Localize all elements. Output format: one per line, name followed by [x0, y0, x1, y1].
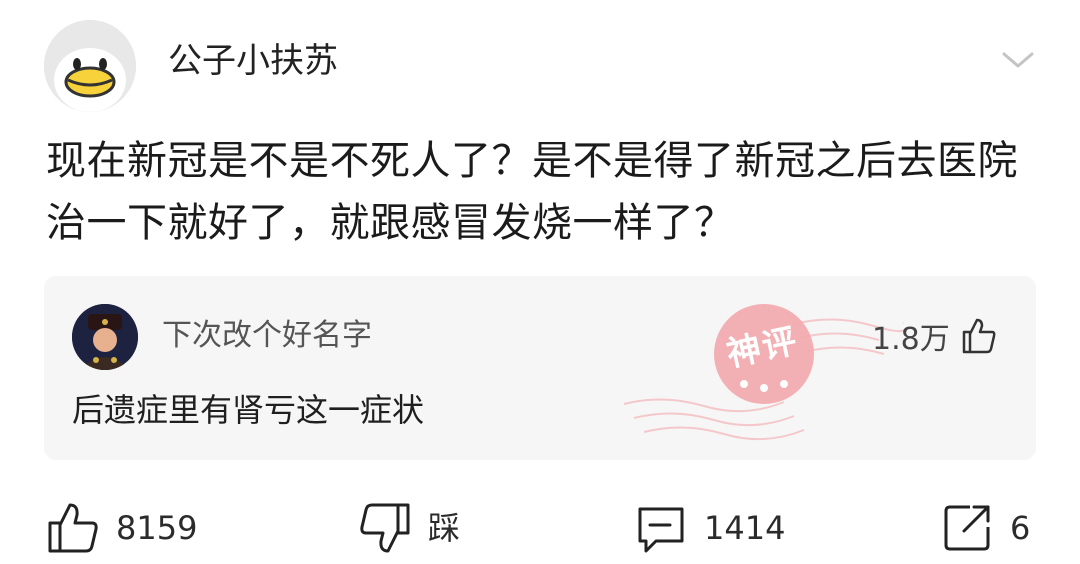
comment-button[interactable]: 1414	[634, 498, 785, 558]
share-icon	[944, 505, 990, 551]
avatar[interactable]	[44, 20, 136, 112]
post-text: 现在新冠是不是不死人了？是不是得了新冠之后去医院治一下就好了，就跟感冒发烧一样了…	[46, 138, 1018, 246]
comment-avatar[interactable]	[72, 304, 138, 370]
dislike-button[interactable]: 踩	[358, 498, 460, 558]
comment-username[interactable]: 下次改个好名字	[162, 316, 372, 356]
comment-like-count: 1.8万	[872, 322, 950, 357]
like-count: 8159	[116, 509, 198, 547]
comment-icon	[638, 507, 684, 553]
thumbs-down-icon	[360, 503, 410, 553]
comment-text: 后遗症里有肾亏这一症状	[72, 391, 425, 429]
thumbs-up-icon	[48, 503, 98, 553]
dislike-label: 踩	[428, 509, 461, 547]
share-button[interactable]: 6	[940, 498, 1030, 558]
thumbs-up-icon[interactable]	[958, 316, 998, 356]
post-username[interactable]: 公子小扶苏	[168, 38, 338, 84]
chevron-down-icon[interactable]	[1000, 48, 1036, 72]
top-comment-card[interactable]: 下次改个好名字 后遗症里有肾亏这一症状 神评 1.8万	[44, 276, 1036, 460]
comment-count: 1414	[704, 509, 786, 547]
like-button[interactable]: 8159	[46, 498, 197, 558]
share-count: 6	[1010, 509, 1031, 547]
